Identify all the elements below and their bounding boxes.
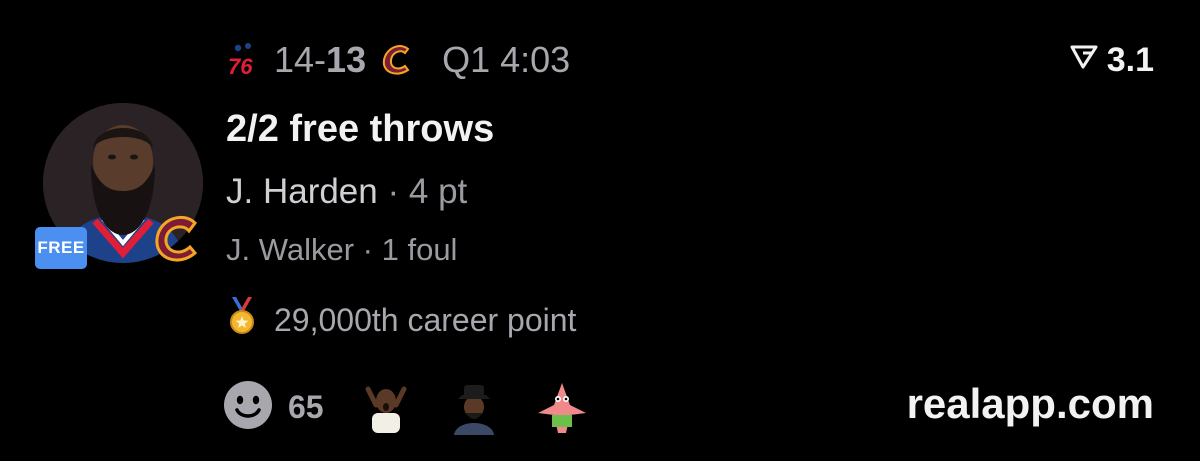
score: 14 - 13 <box>274 39 366 81</box>
secondary-player-line: J. Walker · 1 foul <box>226 232 457 268</box>
reaction-sticker-patrick-icon[interactable] <box>534 379 590 435</box>
reaction-sticker-shocked-man-icon[interactable] <box>358 379 414 435</box>
cavaliers-c-logo-icon <box>151 211 207 272</box>
rating: 3.1 <box>1069 36 1154 84</box>
play-title: 2/2 free throws <box>226 108 495 150</box>
reaction-count: 65 <box>288 388 324 425</box>
secondary-player-name[interactable]: J. Walker <box>226 232 354 267</box>
76ers-logo-icon: 76 <box>226 40 262 80</box>
separator-dot: · <box>387 172 400 211</box>
player-avatar-group[interactable]: FREE <box>35 103 203 269</box>
svg-text:76: 76 <box>228 54 253 79</box>
free-throw-badge: FREE <box>35 227 87 269</box>
achievement-text: 29,000th career point <box>274 301 577 338</box>
score-separator: - <box>314 39 327 80</box>
primary-player-line: J. Harden · 4 pt <box>226 172 467 212</box>
primary-player-name[interactable]: J. Harden <box>226 172 378 211</box>
away-score: 13 <box>326 39 367 80</box>
rank-arrow-icon <box>1069 41 1099 80</box>
game-clock: Q1 4:03 <box>442 39 571 80</box>
reactions-bar[interactable]: 65 <box>222 378 608 436</box>
achievement: 29,000th career point <box>226 297 576 343</box>
cavaliers-logo-icon <box>378 40 418 80</box>
medal-icon <box>226 297 258 343</box>
secondary-player-stat: 1 foul <box>381 232 458 267</box>
play-card[interactable]: 76 14 - 13 Q1 4:03 3.1 FREE 2/2 free thr… <box>0 0 1200 461</box>
smiley-face-icon[interactable] <box>222 379 274 436</box>
game-header: 76 14 - 13 Q1 4:03 <box>226 36 570 84</box>
site-watermark: realapp.com <box>906 380 1154 427</box>
rating-value: 3.1 <box>1106 40 1154 79</box>
reaction-sticker-man-hat-icon[interactable] <box>446 379 502 435</box>
home-score: 14 <box>274 39 315 80</box>
separator-dot: · <box>362 232 373 267</box>
primary-player-stat: 4 pt <box>408 172 468 211</box>
